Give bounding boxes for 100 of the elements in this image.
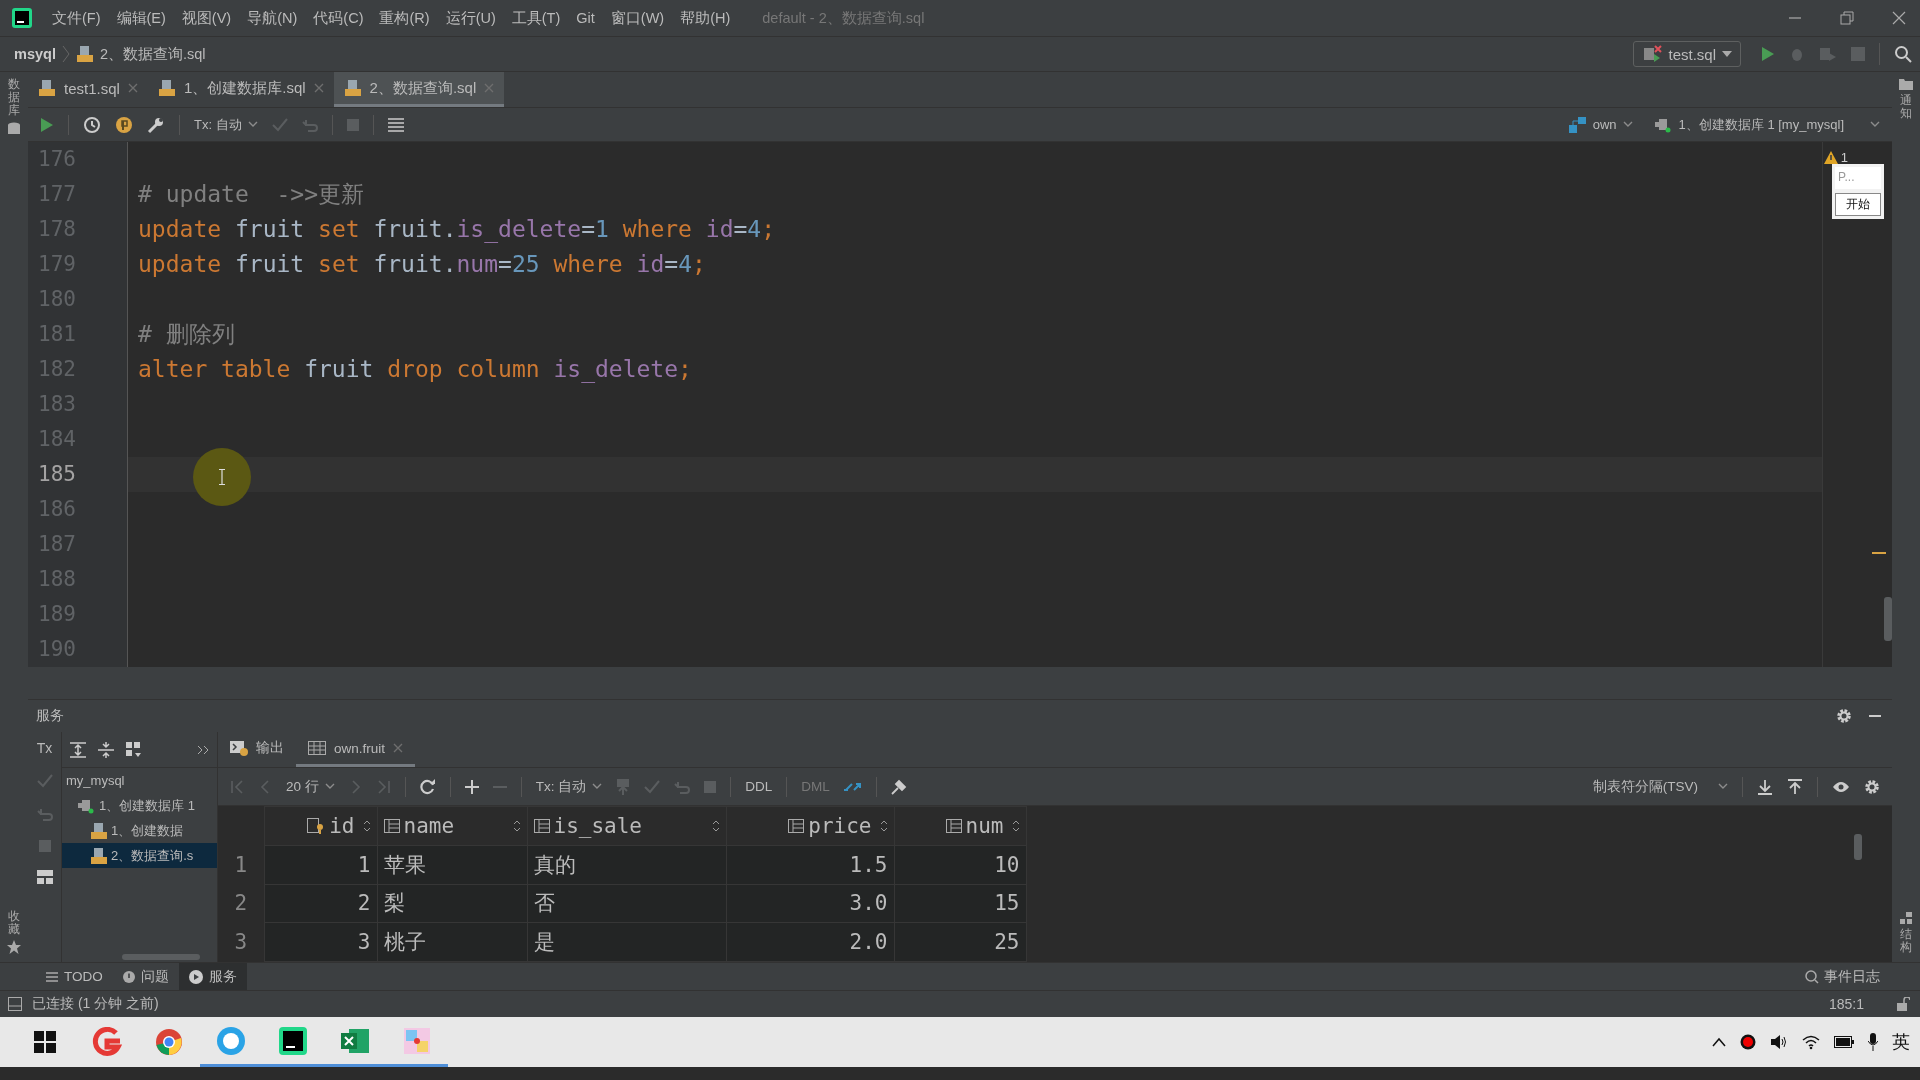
folder-icon[interactable] [1899, 78, 1913, 90]
ide-app-icon[interactable] [279, 1026, 307, 1055]
code-line: update fruit set fruit.num=25 where id=4; [137, 250, 707, 279]
scrollbar-thumb[interactable] [1854, 834, 1862, 860]
datasource-dropdown[interactable]: 1、创建数据库 1 [my_mysql] [1654, 115, 1880, 134]
run-icon[interactable] [40, 116, 54, 133]
start-button[interactable]: 开始 [1835, 193, 1881, 216]
table-cell: 15 [894, 884, 1026, 923]
warning-counter[interactable]: 1 [1823, 150, 1848, 165]
schema-dropdown[interactable]: own [1568, 116, 1633, 133]
run-icon[interactable] [1761, 46, 1775, 62]
pin-icon[interactable] [890, 778, 907, 795]
result-tab[interactable]: 输出 [218, 732, 296, 767]
settings-icon[interactable] [1864, 778, 1880, 795]
menu-item[interactable]: 工具(T) [503, 4, 569, 32]
add-icon[interactable] [464, 779, 479, 794]
swirl-app-icon[interactable] [92, 1027, 122, 1057]
project-name[interactable]: msyql [14, 46, 56, 62]
menu-item[interactable]: Git [568, 6, 603, 30]
restore-icon[interactable] [1840, 11, 1854, 25]
history-icon[interactable] [83, 115, 101, 134]
caret-icon [1722, 50, 1732, 58]
browser-icon[interactable] [155, 1028, 183, 1056]
wrench-icon[interactable] [147, 115, 165, 134]
menu-item[interactable]: 运行(U) [437, 4, 504, 32]
settings-icon[interactable] [1836, 708, 1852, 724]
transaction-dropdown[interactable]: Tx: 自动 [535, 777, 603, 796]
tool-window-tab[interactable]: 问题 [112, 963, 179, 990]
close-icon[interactable] [1892, 11, 1906, 25]
menu-item[interactable]: 帮助(H) [672, 4, 739, 32]
sort-icon[interactable] [711, 819, 720, 832]
scrollbar-thumb[interactable] [1884, 597, 1892, 641]
sort-icon[interactable] [362, 819, 371, 832]
menu-item[interactable]: 重构(R) [371, 4, 438, 32]
battery-icon[interactable] [1834, 1036, 1854, 1048]
menu-item[interactable]: 代码(C) [305, 4, 372, 32]
ring-app-icon[interactable] [216, 1025, 246, 1056]
tx-mode-button[interactable]: Tx [36, 740, 53, 756]
cursor-position[interactable]: 185:1 [1828, 996, 1864, 1012]
menu-item[interactable]: 窗口(W) [602, 4, 673, 32]
upload-icon[interactable] [1787, 778, 1803, 795]
input-method-indicator[interactable]: 英 [1892, 1030, 1910, 1054]
tree-item[interactable]: 1、创建数据库 1 [62, 793, 217, 818]
menu-item[interactable]: 编辑(E) [108, 4, 174, 32]
star-icon[interactable] [7, 940, 21, 954]
page-size-dropdown[interactable]: 20 行 [286, 777, 335, 796]
list-icon[interactable] [387, 117, 404, 132]
lock-icon[interactable] [1896, 997, 1910, 1011]
expand-all-icon[interactable] [70, 741, 86, 758]
tree-item[interactable]: 1、创建数据 [62, 818, 217, 843]
scrollbar-thumb[interactable] [122, 954, 200, 960]
ddl-button[interactable]: DDL [745, 779, 773, 794]
menu-item[interactable]: 文件(F) [44, 4, 109, 32]
more-icon[interactable] [197, 744, 209, 755]
tree-item[interactable]: my_mysql [62, 768, 217, 793]
sort-icon[interactable] [879, 819, 888, 832]
run-config-dropdown[interactable]: test.sql [1633, 41, 1741, 67]
line-number: 185 [37, 461, 77, 488]
p-badge-icon[interactable] [115, 115, 133, 134]
database-tab[interactable]: 数据库 [8, 78, 20, 118]
editor-tab[interactable]: test1.sql [28, 72, 148, 107]
paint-app-icon[interactable] [402, 1025, 432, 1056]
event-log-button[interactable]: 事件日志 [1805, 963, 1920, 990]
chevron-up-icon[interactable] [1712, 1037, 1726, 1047]
format-dropdown[interactable]: 制表符分隔(TSV) [1592, 777, 1728, 796]
record-icon[interactable] [1740, 1034, 1756, 1050]
sql-file-icon [343, 79, 362, 97]
sort-icon[interactable] [512, 819, 521, 832]
favorites-tab[interactable]: 收藏 [8, 909, 20, 936]
structure-icon[interactable] [1900, 911, 1912, 924]
file-name[interactable]: 2、数据查询.sql [99, 44, 206, 64]
app-logo-icon[interactable] [12, 8, 32, 28]
search-icon[interactable] [1894, 45, 1912, 63]
warning-marker[interactable] [1872, 552, 1886, 554]
spreadsheet-app-icon[interactable] [341, 1026, 369, 1055]
editor-tab[interactable]: 2、数据查询.sql [333, 72, 505, 107]
sort-icon[interactable] [1011, 819, 1020, 832]
wifi-icon[interactable] [1802, 1034, 1820, 1050]
microphone-icon[interactable] [1868, 1033, 1878, 1051]
transaction-dropdown[interactable]: Tx: 自动 [194, 115, 258, 134]
group-icon[interactable] [126, 741, 142, 758]
refresh-icon[interactable] [419, 778, 436, 795]
editor-tab[interactable]: 1、创建数据库.sql [147, 72, 334, 107]
tool-window-tab[interactable]: TODO [36, 963, 113, 990]
panel-toggle-icon[interactable] [8, 997, 22, 1011]
menu-item[interactable]: 视图(V) [173, 4, 240, 32]
menu-item[interactable]: 导航(N) [239, 4, 306, 32]
notifications-tab[interactable]: 通知 [1900, 94, 1912, 121]
tree-item[interactable]: 2、数据查询.s [62, 843, 217, 868]
volume-icon[interactable] [1770, 1034, 1788, 1050]
result-tab[interactable]: own.fruit [296, 732, 416, 767]
database-icon[interactable] [7, 121, 21, 136]
view-icon[interactable] [1832, 779, 1850, 794]
windows-start-icon[interactable] [34, 1031, 56, 1053]
structure-tab[interactable]: 结构 [1900, 927, 1912, 954]
download-icon[interactable] [1757, 778, 1773, 795]
layout-icon[interactable] [36, 870, 53, 884]
tool-window-tab[interactable]: 服务 [178, 963, 247, 990]
collapse-all-icon[interactable] [98, 741, 114, 758]
code-line: # update ->>更新 [137, 180, 365, 209]
